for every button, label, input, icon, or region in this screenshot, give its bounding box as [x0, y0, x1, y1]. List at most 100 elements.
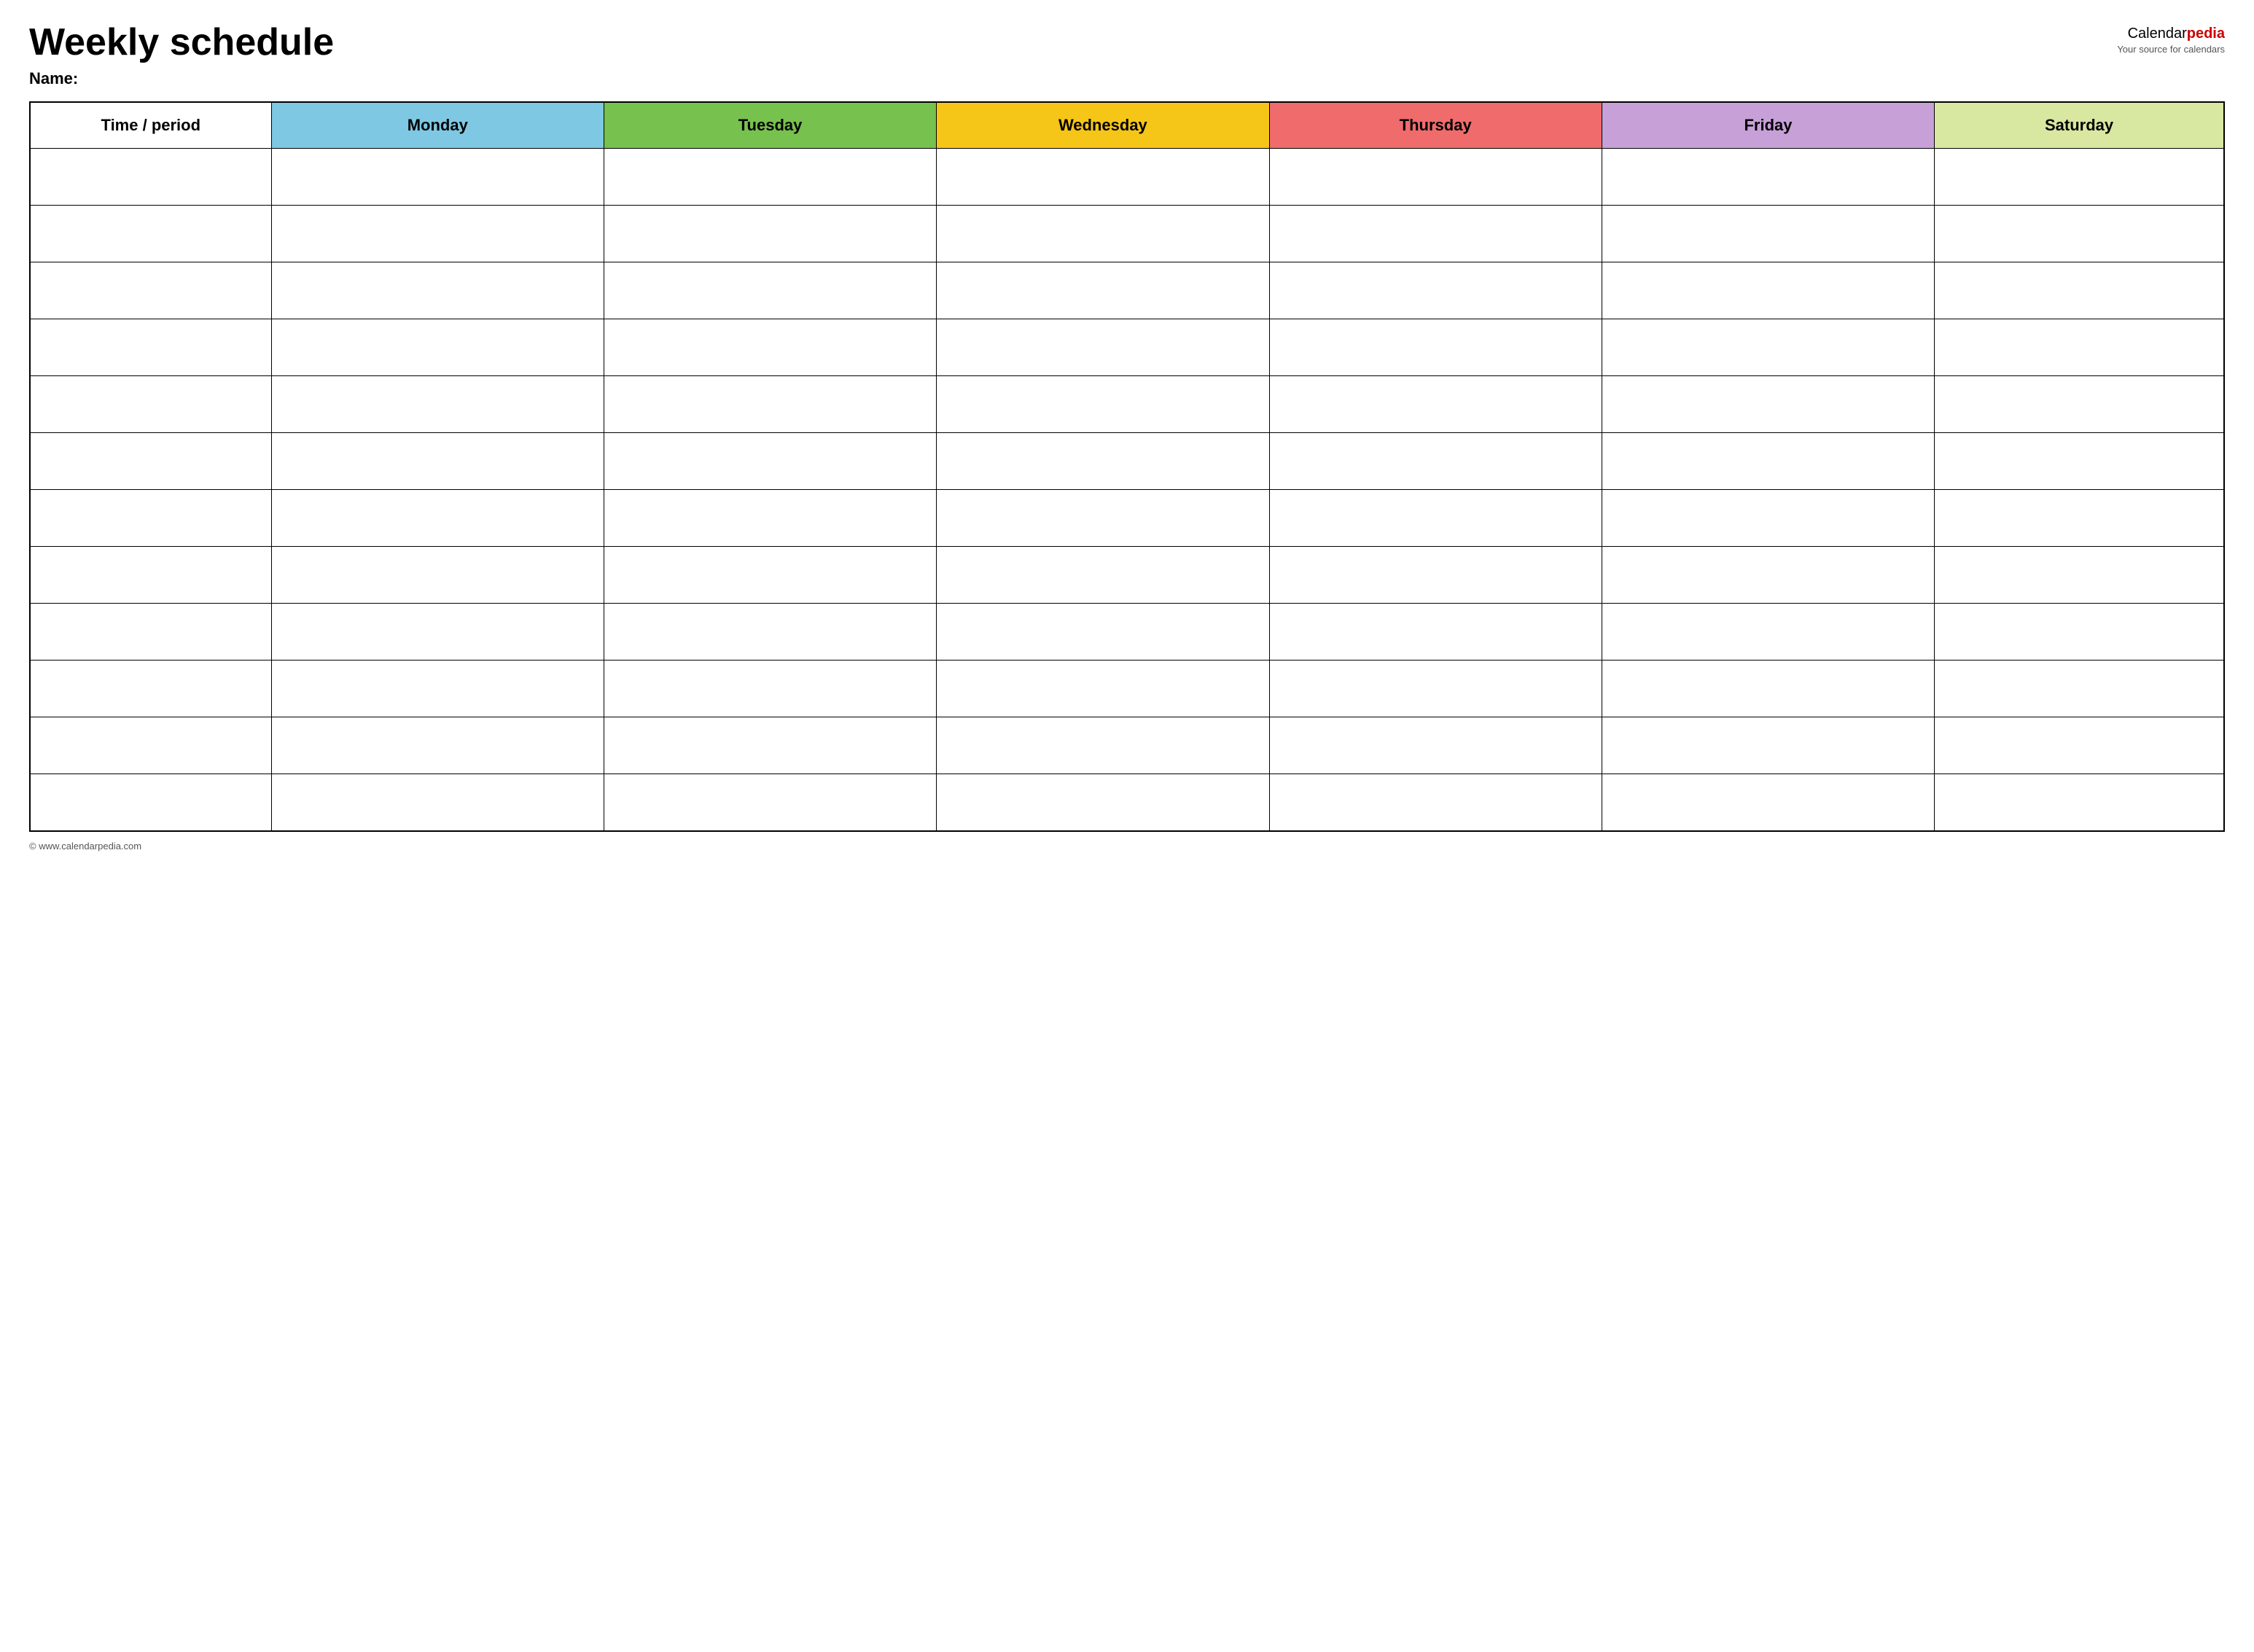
schedule-cell[interactable] [1935, 490, 2224, 547]
logo-section: Calendarpedia Your source for calendars [2117, 26, 2225, 55]
schedule-cell[interactable] [1602, 661, 1934, 717]
schedule-cell[interactable] [1935, 149, 2224, 206]
schedule-cell[interactable] [1269, 661, 1602, 717]
schedule-cell[interactable] [1602, 547, 1934, 604]
schedule-cell[interactable] [937, 490, 1269, 547]
schedule-cell[interactable] [1935, 604, 2224, 661]
schedule-cell[interactable] [271, 717, 604, 774]
table-row[interactable] [30, 433, 2224, 490]
schedule-cell[interactable] [1269, 319, 1602, 376]
schedule-cell[interactable] [1602, 433, 1934, 490]
schedule-cell[interactable] [937, 319, 1269, 376]
schedule-cell[interactable] [271, 433, 604, 490]
schedule-cell[interactable] [271, 774, 604, 831]
schedule-cell[interactable] [1602, 604, 1934, 661]
schedule-cell[interactable] [604, 149, 936, 206]
table-row[interactable] [30, 490, 2224, 547]
time-cell[interactable] [30, 376, 271, 433]
table-row[interactable] [30, 604, 2224, 661]
schedule-cell[interactable] [937, 604, 1269, 661]
schedule-cell[interactable] [1602, 262, 1934, 319]
schedule-cell[interactable] [937, 262, 1269, 319]
schedule-cell[interactable] [1269, 262, 1602, 319]
schedule-cell[interactable] [604, 319, 936, 376]
schedule-cell[interactable] [604, 604, 936, 661]
schedule-cell[interactable] [604, 433, 936, 490]
schedule-cell[interactable] [1935, 774, 2224, 831]
schedule-cell[interactable] [937, 774, 1269, 831]
time-cell[interactable] [30, 490, 271, 547]
schedule-cell[interactable] [937, 149, 1269, 206]
schedule-cell[interactable] [271, 319, 604, 376]
schedule-cell[interactable] [1602, 774, 1934, 831]
schedule-cell[interactable] [1602, 206, 1934, 262]
schedule-cell[interactable] [937, 661, 1269, 717]
table-row[interactable] [30, 149, 2224, 206]
table-row[interactable] [30, 262, 2224, 319]
schedule-cell[interactable] [1935, 206, 2224, 262]
time-cell[interactable] [30, 319, 271, 376]
schedule-cell[interactable] [271, 149, 604, 206]
schedule-cell[interactable] [604, 262, 936, 319]
page-header: Weekly schedule Name: Calendarpedia Your… [29, 22, 2225, 88]
schedule-cell[interactable] [604, 717, 936, 774]
schedule-cell[interactable] [1602, 319, 1934, 376]
schedule-cell[interactable] [1269, 604, 1602, 661]
schedule-cell[interactable] [1935, 547, 2224, 604]
schedule-cell[interactable] [1269, 149, 1602, 206]
time-cell[interactable] [30, 433, 271, 490]
schedule-cell[interactable] [1602, 490, 1934, 547]
schedule-cell[interactable] [271, 604, 604, 661]
time-cell[interactable] [30, 604, 271, 661]
schedule-cell[interactable] [271, 547, 604, 604]
schedule-cell[interactable] [937, 547, 1269, 604]
time-cell[interactable] [30, 717, 271, 774]
table-row[interactable] [30, 206, 2224, 262]
schedule-cell[interactable] [1935, 661, 2224, 717]
time-cell[interactable] [30, 206, 271, 262]
schedule-cell[interactable] [1269, 774, 1602, 831]
schedule-cell[interactable] [604, 206, 936, 262]
table-row[interactable] [30, 661, 2224, 717]
schedule-cell[interactable] [1269, 717, 1602, 774]
table-row[interactable] [30, 319, 2224, 376]
schedule-cell[interactable] [1935, 717, 2224, 774]
table-row[interactable] [30, 376, 2224, 433]
schedule-cell[interactable] [937, 433, 1269, 490]
schedule-cell[interactable] [604, 547, 936, 604]
schedule-cell[interactable] [1602, 149, 1934, 206]
time-cell[interactable] [30, 661, 271, 717]
schedule-cell[interactable] [1269, 206, 1602, 262]
table-row[interactable] [30, 774, 2224, 831]
schedule-cell[interactable] [1935, 319, 2224, 376]
schedule-cell[interactable] [1269, 433, 1602, 490]
schedule-cell[interactable] [271, 490, 604, 547]
schedule-cell[interactable] [937, 376, 1269, 433]
schedule-cell[interactable] [604, 774, 936, 831]
schedule-cell[interactable] [1935, 433, 2224, 490]
schedule-cell[interactable] [1602, 717, 1934, 774]
time-cell[interactable] [30, 149, 271, 206]
time-cell[interactable] [30, 547, 271, 604]
schedule-cell[interactable] [604, 661, 936, 717]
schedule-cell[interactable] [1269, 547, 1602, 604]
schedule-cell[interactable] [937, 717, 1269, 774]
schedule-cell[interactable] [271, 206, 604, 262]
time-cell[interactable] [30, 774, 271, 831]
name-label: Name: [29, 69, 334, 88]
schedule-cell[interactable] [271, 661, 604, 717]
schedule-cell[interactable] [1269, 490, 1602, 547]
schedule-cell[interactable] [937, 206, 1269, 262]
table-row[interactable] [30, 717, 2224, 774]
col-header-saturday: Saturday [1935, 102, 2224, 149]
schedule-cell[interactable] [1935, 262, 2224, 319]
schedule-cell[interactable] [1602, 376, 1934, 433]
schedule-cell[interactable] [271, 376, 604, 433]
schedule-cell[interactable] [604, 490, 936, 547]
schedule-cell[interactable] [1269, 376, 1602, 433]
schedule-cell[interactable] [604, 376, 936, 433]
time-cell[interactable] [30, 262, 271, 319]
table-row[interactable] [30, 547, 2224, 604]
schedule-cell[interactable] [1935, 376, 2224, 433]
schedule-cell[interactable] [271, 262, 604, 319]
